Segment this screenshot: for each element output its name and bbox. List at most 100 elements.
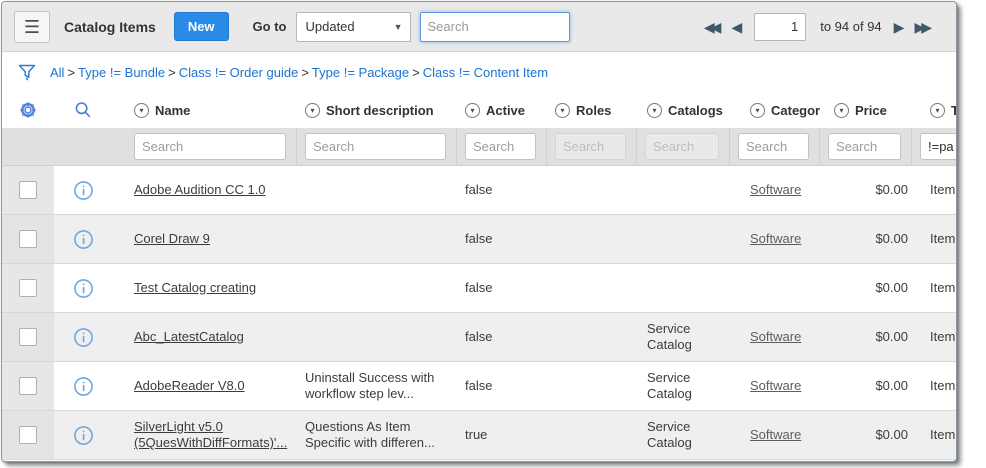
column-header-active[interactable]: ▾ Active [457,103,547,118]
row-info-cell [54,278,112,299]
cell-short-description: Questions As Item Specific with differen… [297,419,457,451]
list-controls-menu-button[interactable]: ☰ [14,11,50,43]
row-checkbox[interactable] [19,279,37,297]
row-info-cell [54,376,112,397]
info-icon[interactable] [73,180,94,201]
column-header-shortdesc[interactable]: ▾ Short description [297,103,457,118]
row-info-cell [54,425,112,446]
pagination: ◀◀ ◀ to 94 of 94 ▶ ▶▶ [704,13,932,41]
column-menu-caret-icon[interactable]: ▾ [750,103,765,118]
column-search-cell [912,128,957,165]
column-search-cell [457,128,547,165]
column-menu-caret-icon[interactable]: ▾ [134,103,149,118]
column-header-roles[interactable]: ▾ Roles [547,103,637,118]
row-checkbox[interactable] [19,377,37,395]
record-name-link[interactable]: SilverLight v5.0 (5QuesWithDiffFormats)'… [134,419,287,450]
cell-category: Software [730,329,820,345]
column-search-cell [112,128,297,165]
search-input-name[interactable] [134,133,286,160]
column-menu-caret-icon[interactable]: ▾ [930,103,945,118]
search-input-category[interactable] [738,133,809,160]
breadcrumb-link[interactable]: Class != Content Item [423,65,548,80]
info-icon[interactable] [73,376,94,397]
row-checkbox[interactable] [19,328,37,346]
filter-funnel-icon[interactable] [17,62,37,82]
column-header-type[interactable]: ▾ Type [912,103,957,118]
column-menu-caret-icon[interactable]: ▾ [305,103,320,118]
column-header-name[interactable]: ▾ Name [112,103,297,118]
table-row: Corel Draw 9 false Software $0.00 Item [2,215,956,264]
info-icon[interactable] [73,327,94,348]
column-header-price[interactable]: ▾ Price [820,103,912,118]
record-name-link[interactable]: Corel Draw 9 [134,231,210,246]
row-checkbox[interactable] [19,426,37,444]
cell-active: false [457,329,547,345]
category-link[interactable]: Software [750,329,801,344]
row-checkbox[interactable] [19,230,37,248]
record-name-link[interactable]: Adobe Audition CC 1.0 [134,182,266,197]
search-cell-spacer [2,128,54,165]
column-menu-caret-icon[interactable]: ▾ [647,103,662,118]
cell-name: SilverLight v5.0 (5QuesWithDiffFormats)'… [112,419,297,451]
info-icon[interactable] [73,278,94,299]
previous-page-button[interactable]: ◀ [731,20,742,34]
column-header-label: Type [951,103,957,118]
info-icon[interactable] [73,425,94,446]
cell-category: Software [730,231,820,247]
table-row: Test Catalog creating false $0.00 Item [2,264,956,313]
column-header-label: Name [155,103,190,118]
column-header-label: Catalogs [668,103,723,118]
cell-short-description: Uninstall Success with workflow step lev… [297,370,457,402]
pagination-range-text: to 94 of 94 [820,19,881,34]
cell-name: AdobeReader V8.0 [112,378,297,394]
search-input-shortdesc[interactable] [305,133,446,160]
search-input-roles [555,133,626,160]
new-button[interactable]: New [174,12,229,41]
search-input-active[interactable] [465,133,536,160]
column-menu-caret-icon[interactable]: ▾ [465,103,480,118]
breadcrumb-link[interactable]: Class != Order guide [179,65,299,80]
breadcrumb-link[interactable]: Type != Package [312,65,409,80]
column-header-category[interactable]: ▾ Category [730,103,820,118]
row-info-cell [54,327,112,348]
category-link[interactable]: Software [750,378,801,393]
row-info-cell [54,229,112,250]
column-menu-caret-icon[interactable]: ▾ [834,103,849,118]
cell-price: $0.00 [820,182,912,198]
chevron-down-icon: ▼ [394,22,403,32]
personalize-list-gear-button[interactable] [2,100,54,120]
row-info-cell [54,180,112,201]
search-input-type[interactable] [920,133,957,160]
breadcrumb-link[interactable]: All [50,65,64,80]
cell-catalogs: Service Catalog [637,370,730,402]
category-link[interactable]: Software [750,427,801,442]
list-header-bar: ☰ Catalog Items New Go to Updated ▼ ◀◀ ◀… [2,2,956,52]
first-page-button[interactable]: ◀◀ [704,20,722,34]
column-header-catalogs[interactable]: ▾ Catalogs [637,103,730,118]
column-menu-caret-icon[interactable]: ▾ [555,103,570,118]
row-checkbox[interactable] [19,181,37,199]
list-rows: Adobe Audition CC 1.0 false Software $0.… [2,166,956,460]
list-search-toggle-button[interactable] [54,100,112,120]
category-link[interactable]: Software [750,182,801,197]
record-name-link[interactable]: Test Catalog creating [134,280,256,295]
record-name-link[interactable]: AdobeReader V8.0 [134,378,245,393]
cell-type: Item [912,280,957,296]
table-row: AdobeReader V8.0 Uninstall Success with … [2,362,956,411]
cell-type: Item [912,182,957,198]
column-header-label: Active [486,103,525,118]
goto-search-input[interactable] [420,12,570,42]
next-page-button[interactable]: ▶ [894,20,905,34]
current-page-input[interactable] [754,13,806,41]
row-checkbox-cell [2,166,54,214]
info-icon[interactable] [73,229,94,250]
last-page-button[interactable]: ▶▶ [914,20,932,34]
category-link[interactable]: Software [750,231,801,246]
record-name-link[interactable]: Abc_LatestCatalog [134,329,244,344]
search-input-price[interactable] [828,133,901,160]
goto-field-select[interactable]: Updated ▼ [296,12,411,42]
cell-active: false [457,280,547,296]
search-input-catalogs [645,133,719,160]
gear-icon [18,100,38,120]
breadcrumb-link[interactable]: Type != Bundle [78,65,165,80]
